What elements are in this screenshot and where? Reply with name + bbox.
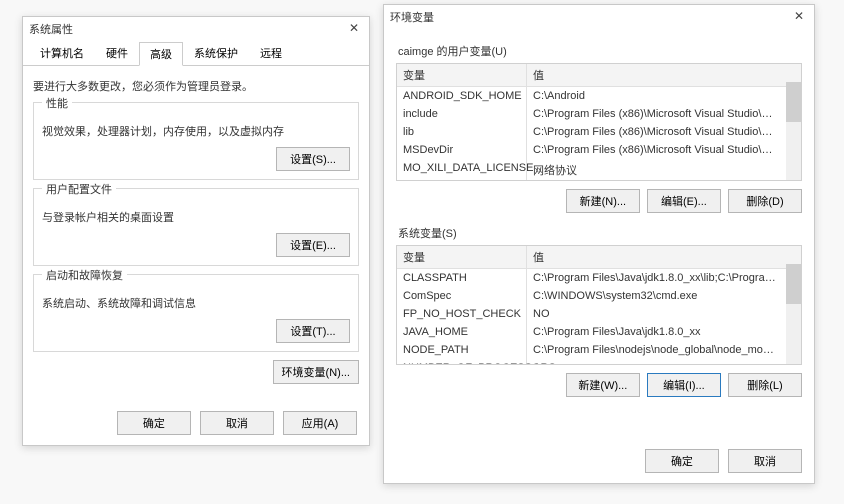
sys-delete-button[interactable]: 删除(L) [728,373,802,397]
startup-group-text: 系统启动、系统故障和调试信息 [42,295,350,311]
var-value: 4 [527,359,785,365]
var-name: FP_NO_HOST_CHECK [397,305,527,323]
var-name: NODE_PATH [397,341,527,359]
var-value: C:\Program Files\Java\jdk1.8.0_xx\lib;C:… [527,269,785,287]
scrollbar[interactable] [786,264,801,364]
dialog-title: 环境变量 [390,9,790,25]
env-vars-button[interactable]: 环境变量(N)... [273,360,359,384]
close-icon[interactable]: ✕ [790,9,808,25]
var-name: ANDROID_SDK_HOME [397,87,527,105]
profile-group-title: 用户配置文件 [42,181,116,197]
var-value: C:\Program Files\Java\jdk1.8.0_xx [527,323,785,341]
table-row[interactable]: JAVA_HOMEC:\Program Files\Java\jdk1.8.0_… [397,323,785,341]
profile-settings-button[interactable]: 设置(E)... [276,233,350,257]
sys-edit-button[interactable]: 编辑(I)... [647,373,721,397]
var-value: 网络协议 [527,159,785,181]
var-name: NUMBER_OF_PROCESSORS [397,359,527,365]
ok-button[interactable]: 确定 [645,449,719,473]
apply-button[interactable]: 应用(A) [283,411,357,435]
var-name: MSDevDir [397,141,527,159]
table-row[interactable]: NUMBER_OF_PROCESSORS4 [397,359,785,365]
table-row[interactable]: MSDevDirC:\Program Files (x86)\Microsoft… [397,141,785,159]
var-name: ComSpec [397,287,527,305]
sys-vars-label: 系统变量(S) [398,225,802,241]
col-value-header: 值 [527,246,785,268]
var-name: lib [397,123,527,141]
startup-group-title: 启动和故障恢复 [42,267,127,283]
close-icon[interactable]: ✕ [345,21,363,37]
col-value-header: 值 [527,64,785,86]
admin-desc: 要进行大多数更改，您必须作为管理员登录。 [33,78,359,94]
tab-computername[interactable]: 计算机名 [29,41,95,65]
table-row[interactable]: FP_NO_HOST_CHECKNO [397,305,785,323]
titlebar: 环境变量 ✕ [384,5,814,29]
table-row[interactable]: libC:\Program Files (x86)\Microsoft Visu… [397,123,785,141]
user-new-button[interactable]: 新建(N)... [566,189,640,213]
col-name-header: 变量 [397,246,527,268]
profile-group-text: 与登录帐户相关的桌面设置 [42,209,350,225]
var-name: CLASSPATH [397,269,527,287]
table-row[interactable]: NODE_PATHC:\Program Files\nodejs\node_gl… [397,341,785,359]
var-value: C:\Program Files (x86)\Microsoft Visual … [527,105,785,123]
profile-group: 用户配置文件 与登录帐户相关的桌面设置 设置(E)... [33,188,359,266]
startup-group: 启动和故障恢复 系统启动、系统故障和调试信息 设置(T)... [33,274,359,352]
var-value: C:\Program Files (x86)\Microsoft Visual … [527,141,785,159]
sys-new-button[interactable]: 新建(W)... [566,373,640,397]
scrollbar-thumb[interactable] [786,264,801,304]
var-value: NO [527,305,785,323]
table-row[interactable]: includeC:\Program Files (x86)\Microsoft … [397,105,785,123]
env-vars-dialog: 环境变量 ✕ caimge 的用户变量(U) 变量 值 ANDROID_SDK_… [383,4,815,484]
user-vars-table[interactable]: 变量 值 ANDROID_SDK_HOMEC:\AndroidincludeC:… [396,63,802,181]
user-delete-button[interactable]: 删除(D) [728,189,802,213]
tab-systemprotection[interactable]: 系统保护 [183,41,249,65]
table-row[interactable]: MO_XILI_DATA_LICENSE网络协议 [397,159,785,181]
var-name: MO_XILI_DATA_LICENSE [397,159,527,181]
cancel-button[interactable]: 取消 [728,449,802,473]
perf-group: 性能 视觉效果，处理器计划，内存使用，以及虚拟内存 设置(S)... [33,102,359,180]
cancel-button[interactable]: 取消 [200,411,274,435]
perf-group-text: 视觉效果，处理器计划，内存使用，以及虚拟内存 [42,123,350,139]
table-header: 变量 值 [397,64,801,87]
sys-vars-table[interactable]: 变量 值 CLASSPATHC:\Program Files\Java\jdk1… [396,245,802,365]
var-value: C:\Program Files\nodejs\node_global\node… [527,341,785,359]
system-properties-dialog: 系统属性 ✕ 计算机名 硬件 高级 系统保护 远程 要进行大多数更改，您必须作为… [22,16,370,446]
table-header: 变量 值 [397,246,801,269]
var-value: C:\Program Files (x86)\Microsoft Visual … [527,123,785,141]
user-vars-label: caimge 的用户变量(U) [398,43,802,59]
ok-button[interactable]: 确定 [117,411,191,435]
tabs: 计算机名 硬件 高级 系统保护 远程 [23,41,369,66]
left-bottom-buttons: 确定 取消 应用(A) [111,411,357,435]
dialog-title: 系统属性 [29,21,345,37]
var-value: C:\WINDOWS\system32\cmd.exe [527,287,785,305]
table-row[interactable]: CLASSPATHC:\Program Files\Java\jdk1.8.0_… [397,269,785,287]
col-name-header: 变量 [397,64,527,86]
titlebar: 系统属性 ✕ [23,17,369,41]
tab-hardware[interactable]: 硬件 [95,41,139,65]
table-row[interactable]: ComSpecC:\WINDOWS\system32\cmd.exe [397,287,785,305]
var-name: include [397,105,527,123]
scrollbar[interactable] [786,82,801,180]
scrollbar-thumb[interactable] [786,82,801,122]
user-edit-button[interactable]: 编辑(E)... [647,189,721,213]
perf-group-title: 性能 [42,95,72,111]
var-value: C:\Android [527,87,785,105]
tab-remote[interactable]: 远程 [249,41,293,65]
table-row[interactable]: ANDROID_SDK_HOMEC:\Android [397,87,785,105]
startup-settings-button[interactable]: 设置(T)... [276,319,350,343]
var-name: JAVA_HOME [397,323,527,341]
perf-settings-button[interactable]: 设置(S)... [276,147,350,171]
tab-advanced[interactable]: 高级 [139,42,183,66]
advanced-panel: 要进行大多数更改，您必须作为管理员登录。 性能 视觉效果，处理器计划，内存使用，… [23,66,369,390]
right-bottom-buttons: 确定 取消 [639,449,802,473]
